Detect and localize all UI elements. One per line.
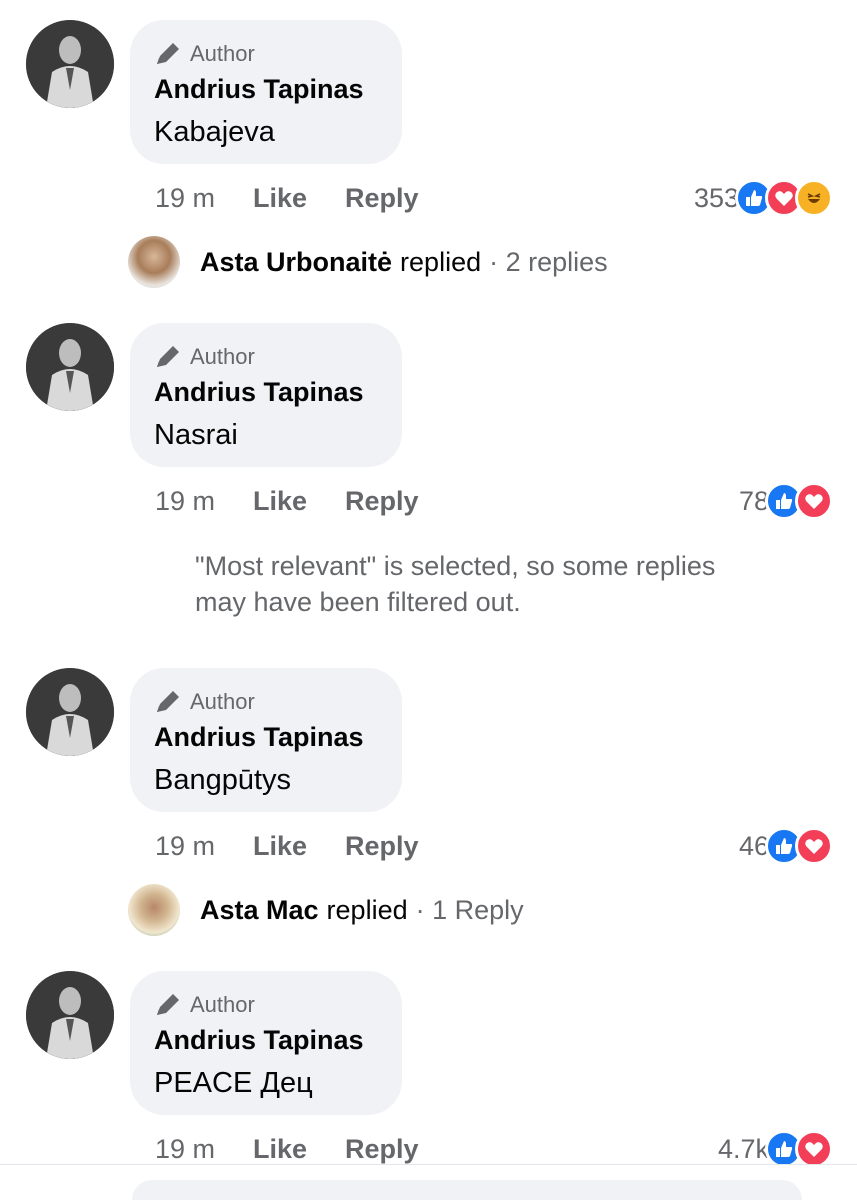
comment-text: Nasrai	[154, 419, 238, 451]
replier-name[interactable]: Asta Urbonaitė	[200, 247, 392, 278]
replier-name[interactable]: Asta Mac	[200, 895, 319, 926]
comment-bubble: Author Andrius Tapinas Bangpūtys	[130, 668, 402, 812]
comment-bubble: Author Andrius Tapinas Nasrai	[130, 323, 402, 467]
comment-bubble: Author Andrius Tapinas PEACE Дец	[130, 971, 402, 1115]
author-badge-label: Author	[190, 41, 255, 66]
reaction-count: 4.7k	[717, 1133, 769, 1164]
comment-text: Kabajeva	[154, 116, 275, 148]
reply-button[interactable]: Reply	[345, 486, 419, 517]
comment-actions: 19 m Like Reply	[155, 483, 419, 519]
comment-actions: 19 m Like Reply	[155, 828, 419, 864]
reaction-summary[interactable]: 353	[694, 178, 833, 218]
comment-author-name[interactable]: Andrius Tapinas	[154, 1025, 364, 1056]
comment-actions: 19 m Like Reply	[155, 180, 419, 216]
reaction-summary[interactable]: 78	[739, 481, 833, 521]
avatar[interactable]	[26, 668, 114, 756]
reply-count[interactable]: · 2 replies	[489, 247, 608, 278]
comment-author-name[interactable]: Andrius Tapinas	[154, 74, 364, 105]
reaction-count: 353	[693, 182, 739, 213]
comment-time[interactable]: 19 m	[155, 486, 253, 517]
like-button[interactable]: Like	[253, 831, 345, 862]
comment-time[interactable]: 19 m	[155, 1134, 253, 1165]
comment-time[interactable]: 19 m	[155, 183, 253, 214]
pencil-icon	[154, 41, 182, 67]
reply-button[interactable]: Reply	[345, 831, 419, 862]
filter-note: "Most relevant" is selected, so some rep…	[195, 551, 716, 617]
avatar[interactable]	[128, 236, 180, 288]
comment-time[interactable]: 19 m	[155, 831, 253, 862]
author-badge-label: Author	[190, 344, 255, 369]
author-badge-label: Author	[190, 689, 255, 714]
heart-icon	[795, 1130, 833, 1168]
laughing-face-icon	[795, 179, 833, 217]
comment-bubble: Author Andrius Tapinas Kabajeva	[130, 20, 402, 164]
comment-text: Bangpūtys	[154, 764, 292, 796]
replied-verb: replied	[400, 246, 482, 277]
like-button[interactable]: Like	[253, 486, 345, 517]
comment-text: PEACE Дец	[154, 1067, 313, 1099]
reaction-summary[interactable]: 4.7k	[718, 1129, 833, 1169]
like-button[interactable]: Like	[253, 1134, 345, 1165]
pencil-icon	[154, 992, 182, 1018]
avatar[interactable]	[26, 323, 114, 411]
avatar[interactable]	[128, 884, 180, 936]
avatar[interactable]	[26, 971, 114, 1059]
avatar[interactable]	[26, 20, 114, 108]
reaction-summary[interactable]: 46	[739, 826, 833, 866]
author-badge-row: Author	[154, 688, 255, 716]
pencil-icon	[154, 344, 182, 370]
pencil-icon	[154, 689, 182, 715]
author-badge-label: Author	[190, 992, 255, 1017]
like-button[interactable]: Like	[253, 183, 345, 214]
replies-row[interactable]: Asta Mac replied · 1 Reply	[128, 884, 524, 936]
author-badge-row: Author	[154, 991, 255, 1019]
replies-row[interactable]: Asta Urbonaitė replied · 2 replies	[128, 236, 608, 288]
replied-verb: replied	[326, 894, 408, 925]
reply-count[interactable]: · 1 Reply	[416, 895, 524, 926]
comment-actions: 19 m Like Reply	[155, 1131, 419, 1167]
comment-author-name[interactable]: Andrius Tapinas	[154, 377, 364, 408]
heart-icon	[795, 827, 833, 865]
heart-icon	[795, 482, 833, 520]
reply-button[interactable]: Reply	[345, 183, 419, 214]
comment-input[interactable]	[132, 1180, 802, 1200]
author-badge-row: Author	[154, 343, 255, 371]
reply-button[interactable]: Reply	[345, 1134, 419, 1165]
author-badge-row: Author	[154, 40, 255, 68]
comment-author-name[interactable]: Andrius Tapinas	[154, 722, 364, 753]
